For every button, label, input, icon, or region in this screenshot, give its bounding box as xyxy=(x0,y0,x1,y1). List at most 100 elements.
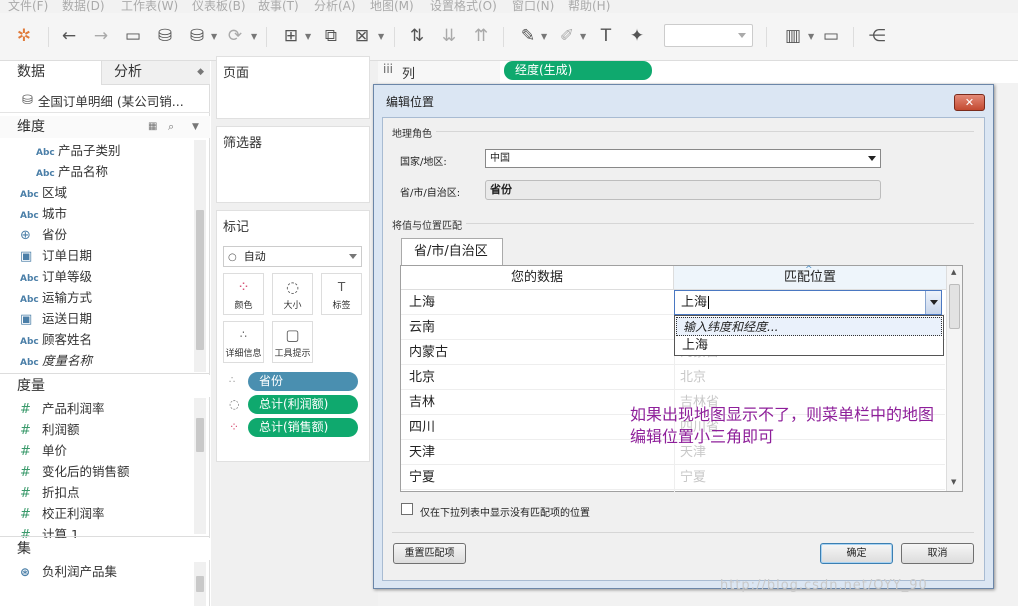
duplicate-sheet-icon[interactable]: ⧉ xyxy=(319,23,343,49)
size-button[interactable]: ◌ 大小 xyxy=(272,273,313,315)
chevron-down-icon[interactable]: ▼ xyxy=(305,29,313,43)
measure-item[interactable]: # 单价 xyxy=(20,441,67,461)
menu-file[interactable]: 文件(F) xyxy=(8,0,48,13)
row-data-value[interactable]: 宁夏 xyxy=(409,465,671,490)
chevron-down-icon[interactable]: ▼ xyxy=(211,29,219,43)
marks-pill-sales[interactable]: 总计(销售额) xyxy=(248,418,358,437)
col-header-match[interactable]: ^ 匹配位置 xyxy=(674,265,946,290)
sort-desc-icon[interactable]: ⇈ xyxy=(469,23,493,49)
chevron-down-icon[interactable] xyxy=(925,291,941,314)
menu-map[interactable]: 地图(M) xyxy=(370,0,414,13)
filters-shelf[interactable]: 筛选器 xyxy=(216,126,370,203)
dimension-item[interactable]: Abc 产品名称 xyxy=(36,162,108,182)
new-worksheet-icon[interactable]: ⊞ xyxy=(279,23,303,49)
measure-item[interactable]: # 折扣点 xyxy=(20,483,80,503)
fit-select[interactable] xyxy=(664,24,753,47)
marks-pill-profit[interactable]: 总计(利润额) xyxy=(248,395,358,414)
menu-format[interactable]: 设置格式(O) xyxy=(430,0,497,13)
menu-help[interactable]: 帮助(H) xyxy=(568,0,610,13)
measure-item[interactable]: # 产品利润率 xyxy=(20,399,105,419)
sets-scrollbar[interactable] xyxy=(194,562,206,606)
match-table-scrollbar[interactable]: ▲ ▼ xyxy=(946,266,962,491)
show-me-icon[interactable]: ▥ xyxy=(781,23,805,49)
scroll-up-icon[interactable]: ▲ xyxy=(951,268,956,276)
dimensions-scrollbar[interactable] xyxy=(194,140,206,372)
chevron-down-icon[interactable]: ▼ xyxy=(808,29,816,43)
columns-pill-longitude[interactable]: 经度(生成) xyxy=(504,61,652,80)
clear-sheet-icon[interactable]: ⊠ xyxy=(350,23,374,49)
row-match-value[interactable]: 北京 xyxy=(674,365,942,390)
sort-asc-icon[interactable]: ⇊ xyxy=(437,23,461,49)
search-icon[interactable]: ⌕ xyxy=(168,116,174,138)
measure-item[interactable]: # 变化后的销售额 xyxy=(20,462,130,482)
mark-type-select[interactable]: ○ 自动 xyxy=(223,246,362,267)
dimension-item[interactable]: Abc 城市 xyxy=(20,204,67,224)
row-match-value[interactable]: 宁夏 xyxy=(674,465,942,490)
tab-analytics[interactable]: 分析 ◆ xyxy=(101,61,210,85)
group-icon[interactable]: ✐ xyxy=(555,23,579,49)
tab-province[interactable]: 省/市/自治区 xyxy=(401,238,503,266)
country-select[interactable]: 中国 xyxy=(485,149,881,168)
tooltip-button[interactable]: ▢ 工具提示 xyxy=(272,321,313,363)
measure-item[interactable]: # 校正利润率 xyxy=(20,504,105,524)
columns-shelf[interactable]: iii 列 xyxy=(378,61,1018,83)
refresh-icon[interactable]: ⟳ xyxy=(223,23,247,49)
swap-icon[interactable]: ⇅ xyxy=(405,23,429,49)
menu-worksheet[interactable]: 工作表(W) xyxy=(121,0,178,13)
ok-button[interactable]: 确定 xyxy=(820,543,893,564)
new-datasource-icon[interactable]: ⛁ xyxy=(153,23,177,49)
dropdown-option-enter-latlon[interactable]: 输入纬度和经度... xyxy=(676,317,942,336)
dimension-item[interactable]: Abc 运输方式 xyxy=(20,288,92,308)
tableau-logo-icon[interactable]: ✲ xyxy=(12,23,36,49)
redo-icon[interactable]: → xyxy=(89,23,113,49)
unmatched-only-checkbox[interactable] xyxy=(401,503,413,515)
col-header-your-data[interactable]: 您的数据 xyxy=(401,266,674,290)
dimension-item[interactable]: ⊕ 省份 xyxy=(20,225,67,245)
collapse-icon[interactable]: ◆ xyxy=(197,61,204,83)
pages-shelf[interactable]: 页面 xyxy=(216,56,370,119)
menu-analysis[interactable]: 分析(A) xyxy=(314,0,356,13)
measures-scrollbar[interactable] xyxy=(194,398,206,534)
menu-dashboard[interactable]: 仪表板(B) xyxy=(192,0,246,13)
marks-pill-province[interactable]: 省份 xyxy=(248,372,358,391)
close-icon[interactable]: ✕ xyxy=(954,94,985,111)
show-labels-icon[interactable]: T xyxy=(594,23,618,49)
chevron-down-icon[interactable]: ▼ xyxy=(580,29,588,43)
fix-axes-icon[interactable]: ✦ xyxy=(625,23,649,49)
set-item[interactable]: ⊛ 负利润产品集 xyxy=(20,562,117,582)
measure-item[interactable]: # 利润额 xyxy=(20,420,80,440)
view-toggle-icon[interactable]: ▦ xyxy=(148,116,157,138)
dimension-item[interactable]: Abc 订单等级 xyxy=(20,267,92,287)
undo-icon[interactable]: ← xyxy=(57,23,81,49)
highlight-icon[interactable]: ✎ xyxy=(516,23,540,49)
dimension-item[interactable]: ▣ 订单日期 xyxy=(20,246,92,266)
color-button[interactable]: ⁘ 颜色 xyxy=(223,273,264,315)
menu-story[interactable]: 故事(T) xyxy=(258,0,299,13)
save-icon[interactable]: ▭ xyxy=(121,23,145,49)
dimension-item[interactable]: Abc 度量名称 xyxy=(20,351,92,371)
dropdown-option-shanghai[interactable]: 上海 xyxy=(676,336,942,355)
presentation-mode-icon[interactable]: ▭ xyxy=(819,23,843,49)
label-button[interactable]: T 标签 xyxy=(321,273,362,315)
datasource-item[interactable]: ⛁ 全国订单明细 (某公司销... xyxy=(22,91,184,110)
dimension-item[interactable]: Abc 顾客姓名 xyxy=(20,330,92,350)
scroll-down-icon[interactable]: ▼ xyxy=(951,478,956,486)
chevron-down-icon[interactable]: ▼ xyxy=(251,29,259,43)
menu-data[interactable]: 数据(D) xyxy=(62,0,105,13)
row-data-value[interactable]: 北京 xyxy=(409,365,671,390)
cancel-button[interactable]: 取消 xyxy=(901,543,974,564)
row-data-value[interactable]: 内蒙古 xyxy=(409,340,671,365)
chevron-down-icon[interactable]: ▼ xyxy=(378,29,386,43)
detail-button[interactable]: ∴ 详细信息 xyxy=(223,321,264,363)
chevron-down-icon[interactable]: ▼ xyxy=(192,116,199,138)
pause-updates-icon[interactable]: ⛁ xyxy=(185,23,209,49)
dimension-item[interactable]: Abc 产品子类别 xyxy=(36,141,121,161)
row-data-value[interactable]: 上海 xyxy=(409,290,671,315)
share-icon[interactable]: ⋲ xyxy=(865,23,889,49)
match-location-combobox[interactable]: 上海 xyxy=(674,290,942,315)
dimension-item[interactable]: Abc 区域 xyxy=(20,183,67,203)
chevron-down-icon[interactable]: ▼ xyxy=(541,29,549,43)
dimension-item[interactable]: ▣ 运送日期 xyxy=(20,309,92,329)
row-data-value[interactable]: 云南 xyxy=(409,315,671,340)
tab-data[interactable]: 数据 xyxy=(0,61,101,85)
